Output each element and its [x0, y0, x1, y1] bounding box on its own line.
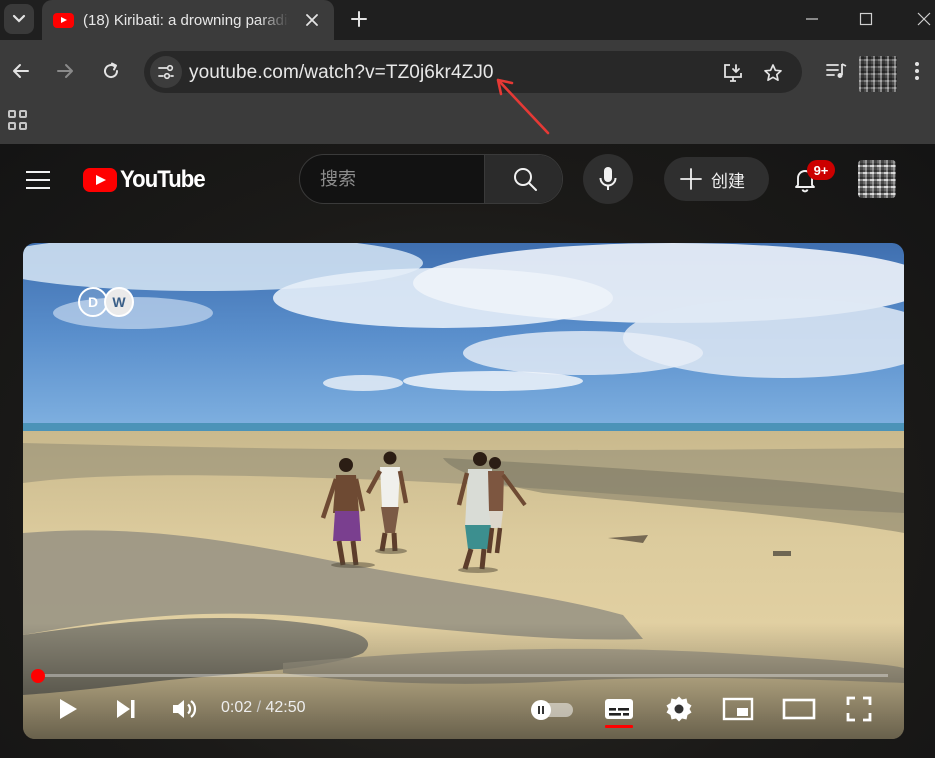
voice-search-button[interactable]	[583, 154, 633, 204]
browser-toolbar: youtube.com/watch?v=TZ0j6kr4ZJ0	[0, 40, 935, 104]
media-controls-button[interactable]	[823, 58, 849, 84]
search-button[interactable]	[484, 155, 562, 203]
search-icon	[513, 168, 537, 191]
settings-button[interactable]	[663, 694, 695, 724]
active-tab[interactable]: (18) Kiribati: a drowning paradise in th…	[42, 0, 334, 40]
forward-icon	[57, 64, 73, 78]
play-button[interactable]	[53, 694, 83, 724]
fullscreen-button[interactable]	[843, 694, 875, 724]
maximize-icon	[859, 12, 873, 26]
notifications-badge: 9+	[807, 160, 835, 180]
progress-scrubber[interactable]	[31, 669, 45, 683]
youtube-play-icon	[83, 168, 117, 192]
close-window-icon	[917, 12, 931, 26]
youtube-logo[interactable]: YouTube	[83, 166, 212, 193]
skip-next-icon	[117, 700, 135, 718]
back-icon	[13, 64, 29, 78]
search-input[interactable]	[300, 155, 484, 203]
bookmark-star-button[interactable]	[761, 61, 785, 85]
site-info-icon	[158, 64, 174, 80]
youtube-logo-text: YouTube	[120, 166, 206, 193]
minimize-button[interactable]	[799, 6, 825, 32]
tab-title: (18) Kiribati: a drowning paradise in th…	[83, 11, 289, 29]
play-icon	[60, 699, 77, 719]
duration: 42:50	[265, 699, 306, 716]
miniplayer-button[interactable]	[721, 694, 755, 724]
install-app-icon	[724, 64, 742, 82]
miniplayer-icon	[722, 697, 754, 721]
back-button[interactable]	[7, 57, 35, 85]
autoplay-toggle[interactable]	[531, 700, 575, 720]
close-icon	[306, 14, 318, 26]
site-info-button[interactable]	[150, 56, 182, 88]
subtitles-active-indicator	[605, 725, 633, 728]
youtube-page: YouTube 创建 9+	[0, 144, 935, 758]
gear-icon	[666, 696, 692, 722]
dw-letter-w: W	[104, 287, 134, 317]
account-avatar[interactable]	[858, 160, 896, 198]
reload-icon	[104, 62, 119, 79]
video-player[interactable]: D W 0:02 / 42:50	[23, 243, 904, 739]
tab-strip: (18) Kiribati: a drowning paradise in th…	[0, 0, 935, 40]
subtitles-icon	[605, 699, 633, 719]
fullscreen-icon	[846, 696, 872, 722]
plus-icon	[680, 168, 702, 190]
forward-button[interactable]	[51, 57, 79, 85]
chevron-down-icon	[12, 14, 26, 23]
microphone-icon	[599, 167, 617, 190]
current-time: 0:02	[221, 699, 253, 716]
minimize-icon	[806, 18, 818, 20]
close-tab-button[interactable]	[302, 10, 322, 30]
reload-button[interactable]	[97, 57, 125, 85]
maximize-button[interactable]	[853, 6, 879, 32]
theater-mode-icon	[782, 698, 816, 720]
pause-icon	[531, 700, 551, 720]
subtitles-button[interactable]	[603, 694, 635, 724]
time-separator: /	[256, 699, 262, 716]
apps-grid-icon[interactable]	[8, 110, 28, 130]
video-frame	[23, 243, 904, 739]
volume-icon	[173, 700, 197, 718]
volume-button[interactable]	[168, 694, 202, 724]
search-box	[299, 154, 563, 204]
progress-bar[interactable]	[39, 674, 888, 677]
tab-search-button[interactable]	[4, 4, 34, 34]
profile-avatar[interactable]	[859, 56, 897, 92]
dw-channel-watermark: D W	[78, 287, 134, 317]
bookmark-star-icon	[764, 64, 782, 82]
bookmarks-bar	[0, 104, 935, 144]
close-window-button[interactable]	[911, 6, 935, 32]
theater-mode-button[interactable]	[781, 694, 817, 724]
media-controls-icon	[826, 63, 847, 78]
plus-icon	[351, 11, 367, 27]
address-bar[interactable]: youtube.com/watch?v=TZ0j6kr4ZJ0	[144, 51, 802, 93]
time-display: 0:02 / 42:50	[221, 699, 306, 717]
guide-menu-icon[interactable]	[26, 171, 50, 189]
youtube-favicon-icon	[53, 12, 74, 28]
new-tab-button[interactable]	[346, 6, 372, 32]
create-label: 创建	[711, 171, 745, 192]
url-text[interactable]: youtube.com/watch?v=TZ0j6kr4ZJ0	[189, 62, 494, 84]
create-button[interactable]: 创建	[664, 157, 769, 201]
install-app-button[interactable]	[721, 61, 745, 85]
next-button[interactable]	[111, 694, 141, 724]
menu-kebab-icon[interactable]	[906, 58, 928, 84]
